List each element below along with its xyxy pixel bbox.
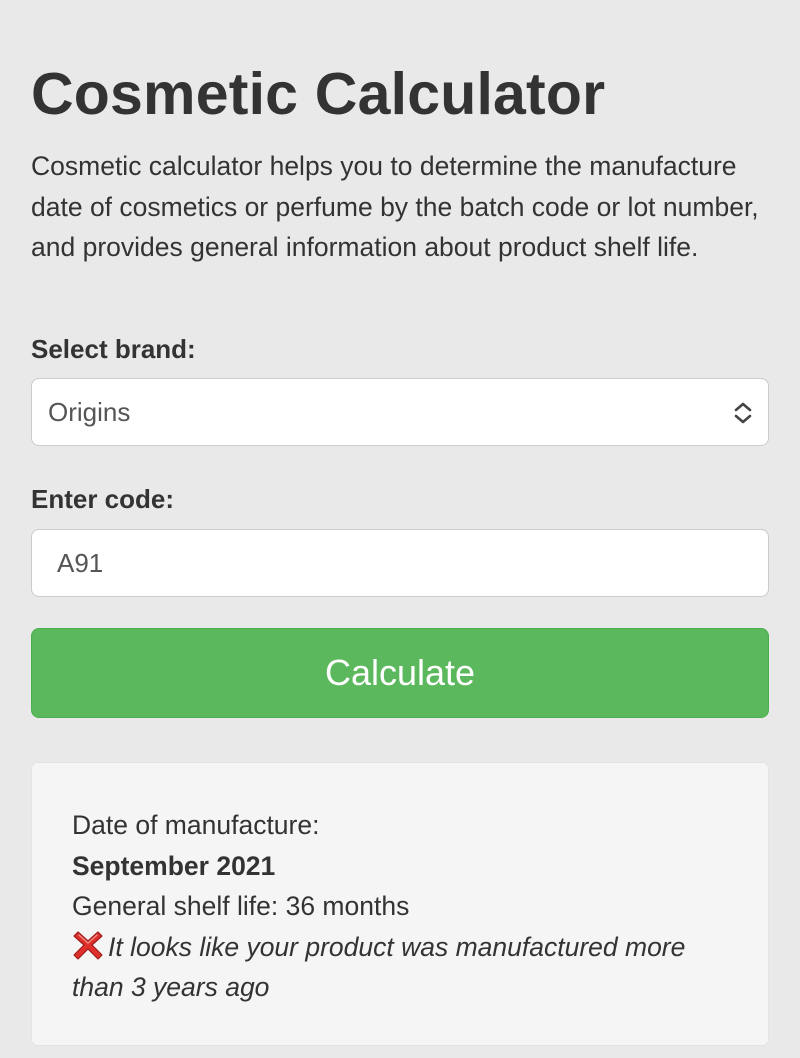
result-panel: Date of manufacture: September 2021 Gene… [31, 762, 769, 1046]
brand-label: Select brand: [31, 334, 196, 364]
code-field[interactable] [31, 529, 769, 597]
select-updown-icon [734, 402, 752, 424]
page-title: Cosmetic Calculator [31, 61, 606, 127]
code-input[interactable] [57, 530, 747, 596]
code-label: Enter code: [31, 484, 175, 514]
warning-text: It looks like your product was manufactu… [72, 931, 686, 1003]
brand-select-value: Origins [48, 397, 131, 427]
page-intro: Cosmetic calculator helps you to determi… [31, 151, 759, 262]
brand-select[interactable]: Origins [31, 378, 769, 446]
shelf-life-text: General shelf life: 36 months [72, 891, 410, 921]
result-content: Date of manufacture: September 2021 Gene… [72, 805, 712, 1008]
calculate-button[interactable]: Calculate [31, 628, 769, 718]
red-cross-icon [73, 930, 103, 960]
warning-line: It looks like your product was manufactu… [72, 927, 712, 1008]
date-value: September 2021 [72, 850, 276, 881]
date-label: Date of manufacture: [72, 810, 320, 840]
